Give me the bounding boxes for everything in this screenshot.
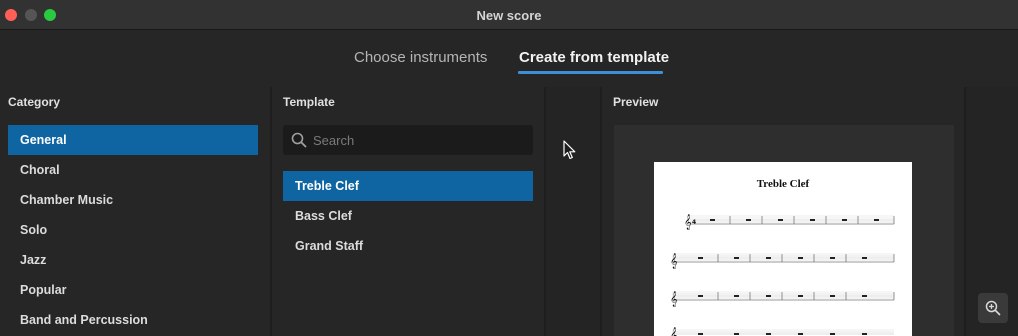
svg-text:𝄞: 𝄞 (670, 292, 678, 307)
template-search-box[interactable] (283, 125, 533, 155)
category-item-band-and-percussion[interactable]: Band and Percussion (8, 305, 258, 335)
template-header: Template (283, 95, 335, 109)
search-icon (291, 132, 307, 148)
staff-1: 𝄞 4 (684, 215, 895, 230)
preview-header: Preview (613, 95, 659, 109)
score-preview-staves: 𝄞 4 𝄞 𝄞 𝄞 (670, 215, 895, 336)
title-bar: New score (0, 0, 1018, 30)
category-item-chamber-music[interactable]: Chamber Music (8, 185, 258, 215)
template-item-bass-clef[interactable]: Bass Clef (283, 201, 533, 231)
staff-4: 𝄞 (670, 328, 894, 336)
svg-text:𝄞: 𝄞 (684, 215, 692, 230)
score-preview-page: Treble Clef 𝄞 4 𝄞 𝄞 𝄞 (654, 162, 912, 336)
svg-text:4: 4 (692, 219, 696, 226)
svg-text:𝄞: 𝄞 (670, 254, 678, 269)
mouse-pointer-icon (563, 140, 576, 160)
template-item-grand-staff[interactable]: Grand Staff (283, 231, 533, 261)
tab-choose-instruments[interactable]: Choose instruments (354, 49, 487, 66)
tab-bar: Choose instruments Create from template (0, 30, 1018, 87)
template-item-treble-clef[interactable]: Treble Clef (283, 171, 533, 201)
svg-text:𝄞: 𝄞 (670, 328, 678, 336)
category-item-solo[interactable]: Solo (8, 215, 258, 245)
panel-spacer (546, 87, 600, 336)
category-item-popular[interactable]: Popular (8, 275, 258, 305)
zoom-in-icon (985, 300, 1001, 316)
category-item-choral[interactable]: Choral (8, 155, 258, 185)
window-title: New score (476, 8, 542, 23)
category-panel: Category General Choral Chamber Music So… (0, 87, 270, 336)
category-item-general[interactable]: General (8, 125, 258, 155)
staff-2: 𝄞 (670, 253, 895, 269)
preview-toolbar (966, 87, 1018, 336)
staff-3: 𝄞 (670, 291, 895, 307)
category-item-jazz[interactable]: Jazz (8, 245, 258, 275)
category-header: Category (8, 95, 61, 109)
template-search-input[interactable] (313, 129, 523, 151)
tab-create-from-template[interactable]: Create from template (519, 49, 669, 66)
zoom-in-button[interactable] (978, 293, 1008, 323)
template-panel: Template Treble Clef Bass Clef Grand Sta… (272, 87, 544, 336)
active-tab-indicator (518, 71, 663, 74)
preview-panel: Preview Treble Clef 𝄞 4 𝄞 𝄞 𝄞 (602, 87, 964, 336)
